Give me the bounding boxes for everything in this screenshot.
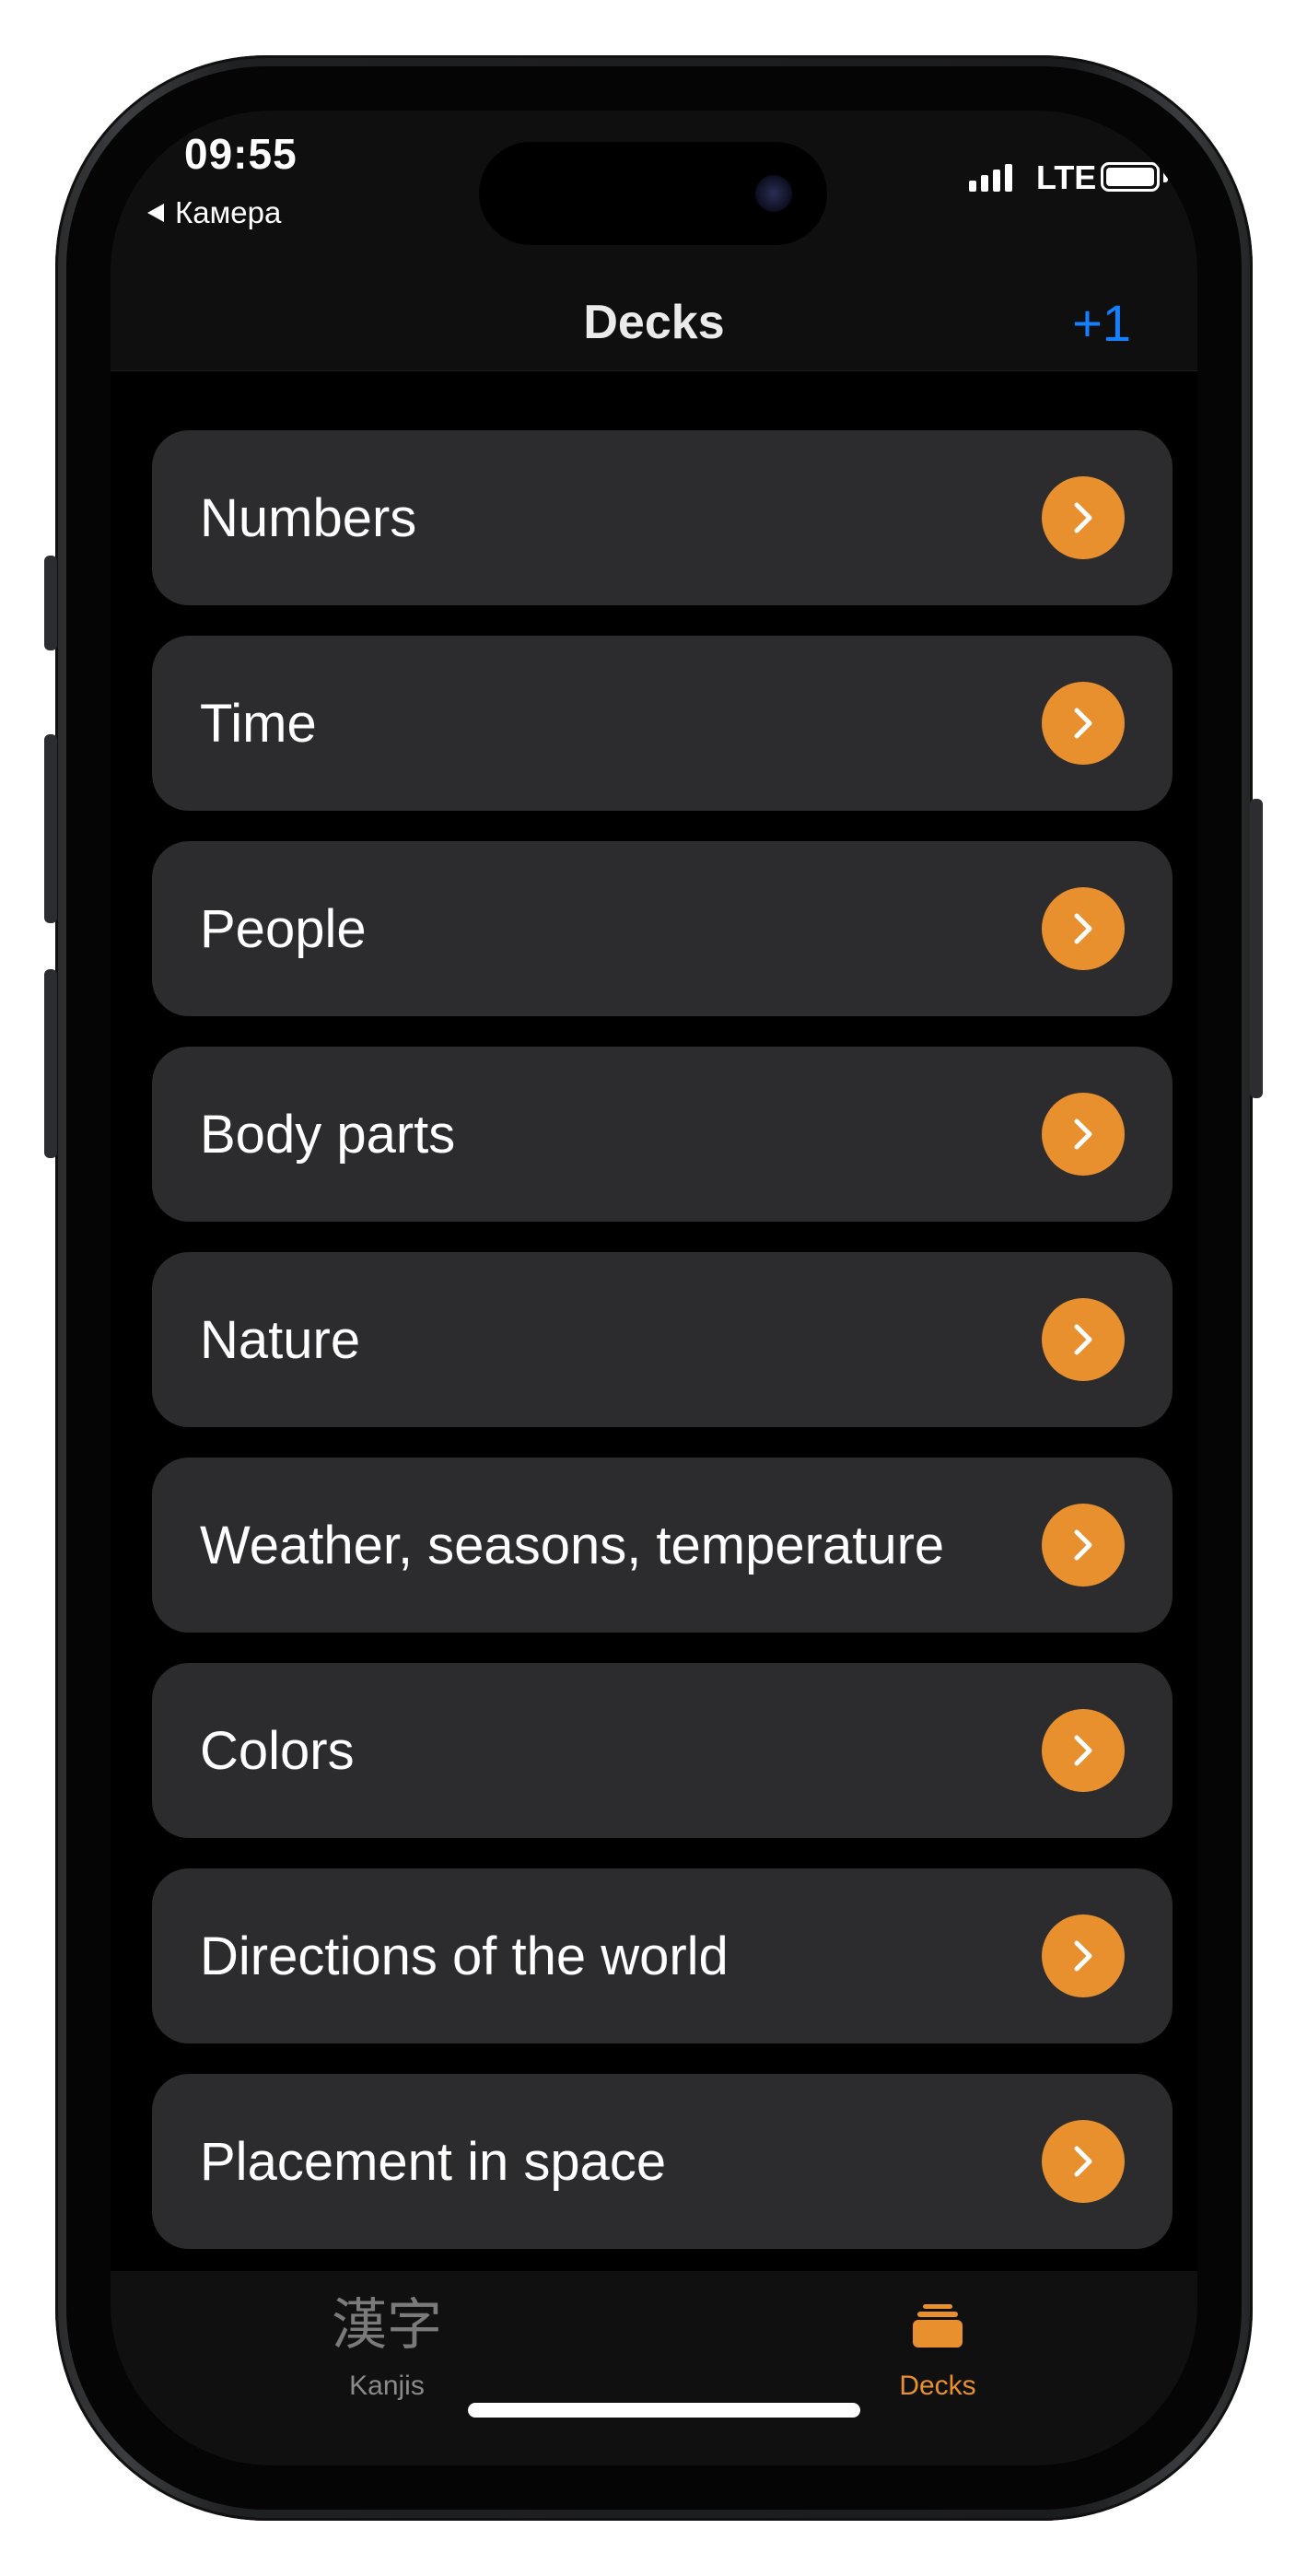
deck-item-label: Colors <box>200 1720 355 1781</box>
deck-item-label: Numbers <box>200 487 417 548</box>
deck-item-label: Body parts <box>200 1104 456 1165</box>
home-indicator[interactable] <box>468 2403 860 2418</box>
deck-item-colors[interactable]: Colors <box>152 1663 1173 1838</box>
deck-item-label: Weather, seasons, temperature <box>200 1515 945 1575</box>
deck-item-people[interactable]: People <box>152 841 1173 1016</box>
deck-item-label: Nature <box>200 1309 361 1370</box>
tab-label: Decks <box>899 2371 976 2401</box>
deck-item-directions[interactable]: Directions of the world <box>152 1868 1173 2043</box>
action-button <box>44 556 57 650</box>
deck-list: Numbers Time People Body parts Nature We… <box>152 430 1173 2279</box>
deck-item-label: Placement in space <box>200 2131 667 2192</box>
deck-item-time[interactable]: Time <box>152 636 1173 811</box>
stack-icon <box>818 2289 1057 2361</box>
volume-down-button <box>44 969 57 1158</box>
add-deck-button[interactable]: +1 <box>1072 293 1131 353</box>
deck-item-nature[interactable]: Nature <box>152 1252 1173 1427</box>
back-arrow-icon <box>147 204 164 222</box>
deck-item-label: Directions of the world <box>200 1926 729 1986</box>
screen: 09:55 Камера LTE Decks +1 Numbers Time P… <box>111 111 1197 2465</box>
navigation-bar: Decks +1 <box>111 276 1197 371</box>
signal-icon <box>969 164 1012 192</box>
camera-lens-icon <box>755 175 792 212</box>
back-to-app-label: Камера <box>175 195 282 229</box>
chevron-right-icon[interactable] <box>1042 1709 1125 1792</box>
battery-tip <box>1163 171 1168 182</box>
tab-kanjis[interactable]: 漢字 Kanjis <box>267 2289 507 2402</box>
chevron-right-icon[interactable] <box>1042 887 1125 970</box>
chevron-right-icon[interactable] <box>1042 1504 1125 1587</box>
deck-item-placement[interactable]: Placement in space <box>152 2074 1173 2249</box>
deck-item-label: Time <box>200 693 317 754</box>
status-time: 09:55 <box>184 130 298 178</box>
deck-item-numbers[interactable]: Numbers <box>152 430 1173 605</box>
dynamic-island <box>479 142 827 245</box>
chevron-right-icon[interactable] <box>1042 1093 1125 1176</box>
power-button <box>1250 799 1263 1098</box>
chevron-right-icon[interactable] <box>1042 1298 1125 1381</box>
back-to-app-link[interactable]: Камера <box>147 195 281 230</box>
chevron-right-icon[interactable] <box>1042 1914 1125 1997</box>
chevron-right-icon[interactable] <box>1042 2120 1125 2203</box>
tab-label: Kanjis <box>349 2371 425 2401</box>
volume-up-button <box>44 734 57 923</box>
chevron-right-icon[interactable] <box>1042 476 1125 559</box>
kanji-icon: 漢字 <box>332 2294 442 2356</box>
chevron-right-icon[interactable] <box>1042 682 1125 765</box>
network-label: LTE <box>1036 158 1097 196</box>
tab-decks[interactable]: Decks <box>818 2289 1057 2402</box>
status-bar: 09:55 Камера LTE <box>111 111 1197 276</box>
battery-icon <box>1101 162 1160 192</box>
deck-item-weather[interactable]: Weather, seasons, temperature <box>152 1458 1173 1633</box>
tab-bar: 漢字 Kanjis Decks <box>111 2271 1197 2465</box>
deck-item-body-parts[interactable]: Body parts <box>152 1047 1173 1222</box>
page-title: Decks <box>583 296 725 349</box>
deck-item-label: People <box>200 898 367 959</box>
